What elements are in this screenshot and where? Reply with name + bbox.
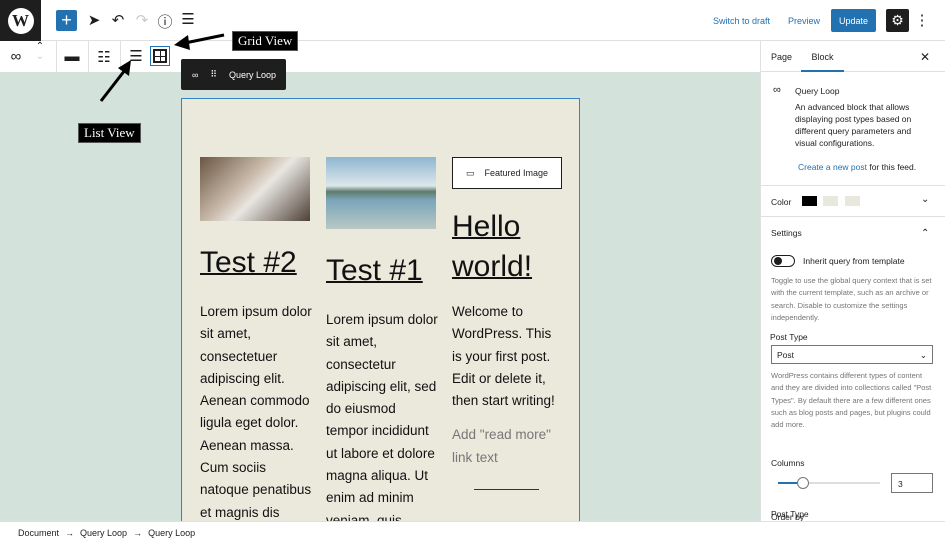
color-swatch[interactable] — [845, 196, 860, 206]
columns-slider-handle[interactable] — [797, 477, 809, 489]
color-swatch[interactable] — [802, 196, 817, 206]
block-description: An advanced block that allows displaying… — [795, 102, 912, 148]
post-column: Test #2 Lorem ipsum dolor sit amet, cons… — [200, 157, 312, 521]
post-excerpt[interactable]: Welcome to WordPress. This is your first… — [452, 301, 564, 412]
post-title[interactable]: Hello world! — [452, 207, 564, 287]
post-title[interactable]: Test #1 — [326, 251, 438, 291]
columns-input[interactable]: 3 — [891, 473, 933, 493]
post-type-help: WordPress contains different types of co… — [771, 371, 932, 430]
preview-button[interactable]: Preview — [788, 16, 820, 26]
annotation-arrows — [99, 33, 225, 102]
post-column: Test #1 Lorem ipsum dolor sit amet, cons… — [326, 157, 438, 521]
post-title[interactable]: Test #2 — [200, 243, 312, 283]
query-loop-icon: ∞ — [773, 84, 781, 96]
breadcrumb: Document → Query Loop → Query Loop — [0, 521, 945, 544]
color-panel[interactable]: Color ⌄ — [761, 186, 945, 217]
separator — [474, 489, 539, 491]
tab-page[interactable]: Page — [771, 52, 792, 62]
color-label: Color — [771, 197, 792, 207]
read-more-placeholder[interactable]: Add "read more" link text — [452, 424, 564, 469]
post-excerpt[interactable]: Lorem ipsum dolor sit amet, consectetur … — [326, 309, 438, 521]
query-loop-block[interactable]: Test #2 Lorem ipsum dolor sit amet, cons… — [181, 98, 580, 521]
breadcrumb-item[interactable]: Query Loop — [80, 528, 127, 538]
switch-to-draft-button[interactable]: Switch to draft — [713, 16, 770, 26]
arrow-right-icon: → — [65, 528, 75, 538]
breadcrumb-item[interactable]: Document — [18, 528, 59, 538]
columns-slider-track[interactable] — [778, 482, 880, 484]
image-icon: ▭ — [465, 167, 475, 178]
settings-heading[interactable]: Settings — [771, 228, 802, 238]
close-icon[interactable]: ✕ — [920, 50, 930, 64]
tab-block[interactable]: Block — [801, 41, 844, 72]
inherit-query-label: Inherit query from template — [803, 256, 905, 266]
create-new-post-link[interactable]: Create a new post — [798, 162, 867, 172]
inherit-query-help: Toggle to use the global query context t… — [771, 276, 932, 322]
post-type-label: Post Type — [770, 332, 808, 342]
inherit-query-toggle[interactable] — [771, 255, 795, 267]
breadcrumb-item[interactable]: Query Loop — [148, 528, 195, 538]
columns-label: Columns — [771, 458, 805, 468]
post-featured-image[interactable] — [326, 157, 436, 229]
chevron-down-icon[interactable]: ⌄ — [921, 194, 929, 205]
post-column: ▭ Featured Image Hello world! Welcome to … — [452, 157, 564, 491]
featured-image-placeholder[interactable]: ▭ Featured Image — [452, 157, 562, 189]
post-excerpt[interactable]: Lorem ipsum dolor sit amet, consectetuer… — [200, 301, 312, 521]
post-type-select[interactable]: Post ⌄ — [771, 345, 933, 364]
arrow-right-icon: → — [133, 528, 143, 538]
update-button[interactable]: Update — [831, 9, 876, 32]
color-swatch[interactable] — [823, 196, 838, 206]
block-name: Query Loop — [795, 86, 840, 96]
settings-sidebar: Page Block ✕ ∞ Query Loop An advanced bl… — [760, 41, 945, 521]
chevron-up-icon[interactable]: ⌃ — [921, 228, 929, 239]
post-featured-image[interactable] — [200, 157, 310, 221]
settings-gear-icon[interactable]: ⚙ — [886, 9, 909, 32]
chevron-down-icon: ⌄ — [919, 350, 927, 360]
more-options-icon[interactable]: ⋮ — [912, 11, 932, 29]
